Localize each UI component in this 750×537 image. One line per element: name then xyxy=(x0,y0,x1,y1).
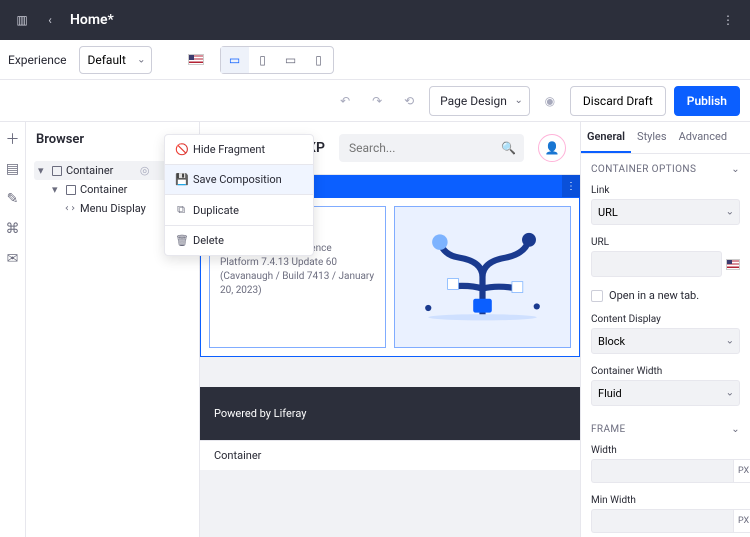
chevron-down-icon: ⌄ xyxy=(731,424,740,435)
selection-actions-icon[interactable]: ⋮ xyxy=(562,175,580,197)
eye-icon[interactable]: ◎ xyxy=(136,164,154,177)
menu-save-composition[interactable]: 💾 Save Composition xyxy=(165,165,313,194)
avatar[interactable]: 👤 xyxy=(538,134,566,162)
mobile-icon[interactable]: ▯ xyxy=(305,47,333,73)
content-display-select[interactable]: Block xyxy=(591,328,740,354)
newtab-label: Open in a new tab. xyxy=(609,289,699,302)
url-input[interactable] xyxy=(591,251,722,277)
tablet-portrait-icon[interactable]: ▭ xyxy=(277,47,305,73)
device-preview-group: ▭ ▯ ▭ ▯ xyxy=(220,46,334,74)
chevron-down-icon[interactable]: ▾ xyxy=(38,164,48,177)
section-container-options[interactable]: CONTAINER OPTIONS⌄ xyxy=(581,154,750,181)
browser-title: Browser xyxy=(36,132,84,147)
menu-duplicate[interactable]: ⧉ Duplicate xyxy=(165,195,313,225)
context-menu: 🚫 Hide Fragment 💾 Save Composition ⧉ Dup… xyxy=(164,134,314,256)
container-icon xyxy=(66,185,76,195)
menu-hide-fragment[interactable]: 🚫 Hide Fragment xyxy=(165,135,313,164)
discard-draft-button[interactable]: Discard Draft xyxy=(570,86,666,116)
search-icon[interactable]: 🔍 xyxy=(501,141,516,155)
duplicate-icon: ⧉ xyxy=(175,203,187,217)
desktop-icon[interactable]: ▭ xyxy=(221,47,249,73)
newtab-checkbox[interactable] xyxy=(591,290,603,302)
section-frame[interactable]: FRAME⌄ xyxy=(581,414,750,441)
topbar: ▥ ‹ Home* ⋮ xyxy=(0,0,750,40)
page-design-select[interactable]: Page Design⌄ xyxy=(429,86,530,116)
chevron-down-icon: ⌄ xyxy=(731,164,740,175)
left-rail: ＋ ▤ ✎ ⌘ ✉ xyxy=(0,122,26,537)
container-icon xyxy=(52,166,62,176)
redo-icon[interactable]: ↷ xyxy=(365,89,389,113)
container-width-select[interactable]: Fluid xyxy=(591,380,740,406)
panel-toggle-icon[interactable]: ▥ xyxy=(8,6,36,34)
design-icon[interactable]: ✎ xyxy=(4,190,22,208)
minwidth-input[interactable] xyxy=(591,509,733,533)
tablet-landscape-icon[interactable]: ▯ xyxy=(249,47,277,73)
history-icon[interactable]: ⟲ xyxy=(397,89,421,113)
undo-icon[interactable]: ↶ xyxy=(333,89,357,113)
menu-delete[interactable]: 🗑 Delete xyxy=(165,226,313,255)
page-title: Home* xyxy=(70,12,114,28)
width-input[interactable] xyxy=(591,459,733,483)
link-select[interactable]: URL xyxy=(591,199,740,225)
experience-label: Experience xyxy=(8,53,67,67)
illustration-card[interactable] xyxy=(394,206,571,348)
url-label: URL xyxy=(591,237,740,248)
tab-advanced[interactable]: Advanced xyxy=(673,122,733,153)
comments-icon[interactable]: ✉ xyxy=(4,250,22,268)
footer-dark: Powered by Liferay xyxy=(200,387,580,440)
tree-illustration-icon xyxy=(405,217,560,337)
container-width-label: Container Width xyxy=(591,366,740,377)
locale-flag-icon[interactable] xyxy=(726,259,740,270)
mapping-icon[interactable]: ⌘ xyxy=(4,220,22,238)
browser-panel: Browser × ▾ Container ◎ ⋮ ▾ Container ‹›… xyxy=(26,122,200,537)
trash-icon: 🗑 xyxy=(175,234,187,247)
experience-bar: Experience Default ⌄ ▭ ▯ ▭ ▯ xyxy=(0,40,750,80)
chevron-down-icon[interactable]: ▾ xyxy=(52,183,62,196)
save-icon: 💾 xyxy=(175,173,187,186)
add-icon[interactable]: ＋ xyxy=(4,130,22,148)
back-icon[interactable]: ‹ xyxy=(36,6,64,34)
action-bar: ↶ ↷ ⟲ Page Design⌄ ◉ Discard Draft Publi… xyxy=(0,80,750,122)
link-label: Link xyxy=(591,185,740,196)
properties-panel: General Styles Advanced CONTAINER OPTION… xyxy=(580,122,750,537)
preview-icon[interactable]: ◉ xyxy=(538,89,562,113)
content-display-label: Content Display xyxy=(591,314,740,325)
fragment-icon: ‹› xyxy=(64,203,76,214)
experience-select[interactable]: Default xyxy=(79,46,152,74)
hide-icon: 🚫 xyxy=(175,143,187,156)
footer-container-label: Container xyxy=(200,440,580,470)
search-input[interactable] xyxy=(339,134,524,162)
browser-icon[interactable]: ▤ xyxy=(4,160,22,178)
tab-styles[interactable]: Styles xyxy=(631,122,673,153)
kebab-icon[interactable]: ⋮ xyxy=(714,6,742,34)
locale-flag-icon[interactable] xyxy=(188,54,204,65)
publish-button[interactable]: Publish xyxy=(674,86,740,116)
tab-general[interactable]: General xyxy=(581,122,631,153)
